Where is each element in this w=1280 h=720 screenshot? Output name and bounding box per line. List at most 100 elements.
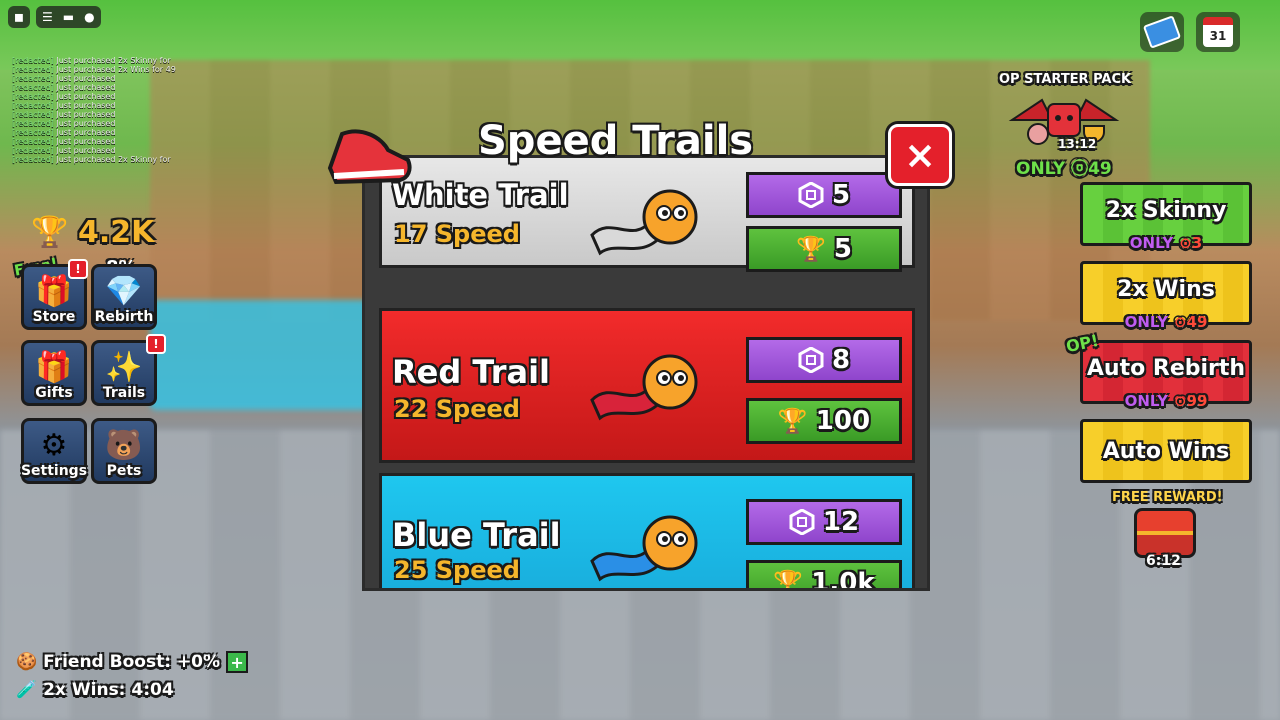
promo-auto-wins-button[interactable]: Auto Wins: [1080, 419, 1252, 483]
white-trail-robux-price: 5: [831, 180, 851, 210]
pets-button[interactable]: 🐻 Pets: [91, 418, 157, 484]
shoe-icon: [322, 112, 414, 196]
trophy-counter: 🏆 4.2K: [30, 212, 154, 252]
promo-auto-wins-title: Auto Wins: [1102, 438, 1230, 464]
white-trail-robux-button[interactable]: 5: [746, 172, 902, 218]
store-box-icon: 🎁: [35, 274, 73, 309]
chat-message: Just purchased: [56, 101, 116, 110]
trail-name: Blue Trail: [392, 516, 561, 554]
calendar-icon: 31: [1203, 17, 1233, 47]
chat-message: Just purchased: [56, 110, 116, 119]
blue-trail-icon: [582, 492, 704, 588]
chat-line: [redacted] Just purchased: [12, 83, 212, 92]
chat-message: Just purchased: [56, 137, 116, 146]
white-trail-wins-price: 5: [833, 234, 852, 264]
chat-line: [redacted] Just purchased: [12, 110, 212, 119]
red-trail-wins-price: 100: [815, 406, 871, 436]
promo-wins-price: ONLY ⊙49: [1124, 313, 1208, 331]
blue-trail-wins-price: 1.0k: [811, 568, 875, 591]
trophy-icon: 🏆: [31, 214, 69, 250]
chat-line: [redacted] Just purchased 2x Wins for 49: [12, 65, 212, 74]
wins-boost-status: 🧪 2x Wins: 4:04: [16, 680, 174, 700]
starter-pack-timer: 13:12: [1058, 137, 1097, 151]
white-trail-wins-button[interactable]: 🏆 5: [746, 226, 902, 272]
speed-trails-modal: White Trail 17 Speed 5 🏆 5 Red Trail 22 …: [362, 155, 930, 591]
trophy-icon: 🏆: [777, 407, 808, 435]
chat-message: Just purchased: [56, 146, 116, 155]
settings-label: Settings: [20, 463, 88, 479]
chat-username: [redacted]: [12, 92, 54, 101]
close-button[interactable]: ×: [888, 124, 952, 186]
promo-rebirth-title: Auto Rebirth: [1086, 355, 1246, 381]
chat-line: [redacted] Just purchased: [12, 137, 212, 146]
roblox-toolbar: ☰ ▬ ●: [36, 6, 101, 28]
trail-name: White Trail: [392, 178, 569, 212]
gifts-button[interactable]: 🎁 Gifts: [21, 340, 87, 406]
trophy-icon: 🏆: [796, 235, 826, 263]
chat-line: [redacted] Just purchased: [12, 101, 212, 110]
chat-line: [redacted] Just purchased 2x Skinny for: [12, 155, 212, 164]
chat-log: [redacted] Just purchased 2x Skinny for[…: [12, 56, 212, 186]
trail-card-white: White Trail 17 Speed 5 🏆 5: [379, 158, 915, 272]
store-alert-badge: !: [68, 259, 88, 279]
trail-speed: 17 Speed: [394, 220, 520, 248]
modal-title: Speed Trails: [478, 118, 754, 164]
pets-label: Pets: [106, 463, 142, 479]
chat-username: [redacted]: [12, 101, 54, 110]
reward-chest-button[interactable]: [1134, 508, 1196, 558]
robux-icon: [789, 509, 815, 535]
friend-boost-text: Friend Boost: +0%: [43, 652, 221, 672]
promo-rebirth-price: ONLY ⊙99: [1124, 392, 1208, 410]
chat-username: [redacted]: [12, 65, 54, 74]
codes-book-button[interactable]: [1140, 12, 1184, 52]
chat-line: [redacted] Just purchased: [12, 74, 212, 83]
settings-button[interactable]: ⚙ Settings: [21, 418, 87, 484]
red-trail-robux-button[interactable]: 8: [746, 337, 902, 383]
daily-calendar-button[interactable]: 31: [1196, 12, 1240, 52]
gifts-label: Gifts: [35, 385, 73, 401]
promo-auto-rebirth-button[interactable]: Auto Rebirth ONLY ⊙99: [1080, 340, 1252, 410]
chat-username: [redacted]: [12, 137, 54, 146]
hamburger-icon[interactable]: ☰: [42, 10, 53, 24]
promo-2x-skinny-button[interactable]: 2x Skinny ONLY ⊙3: [1080, 182, 1252, 252]
chat-username: [redacted]: [12, 128, 54, 137]
chat-line: [redacted] Just purchased: [12, 128, 212, 137]
reward-timer: 6:12: [1146, 553, 1181, 569]
promo-skinny-price: ONLY ⊙3: [1129, 234, 1203, 252]
promo-2x-wins-button[interactable]: 2x Wins ONLY ⊙49: [1080, 261, 1252, 331]
friend-boost-icon: 🍪: [16, 652, 38, 672]
chat-message: Just purchased: [56, 74, 116, 83]
rebirth-label: Rebirth: [94, 309, 154, 325]
background-water: [150, 300, 370, 410]
starter-pack-title: OP STARTER PACK: [999, 72, 1132, 87]
chat-line: [redacted] Just purchased 2x Skinny for: [12, 56, 212, 65]
potion-icon: 🧪: [16, 680, 38, 700]
chat-message: Just purchased: [56, 119, 116, 128]
chat-line: [redacted] Just purchased: [12, 146, 212, 155]
chat-username: [redacted]: [12, 146, 54, 155]
book-icon: [1142, 15, 1182, 49]
friend-boost-status: 🍪 Friend Boost: +0% +: [16, 651, 249, 673]
chat-username: [redacted]: [12, 56, 54, 65]
blue-trail-robux-price: 12: [822, 507, 860, 537]
microphone-icon[interactable]: ●: [84, 10, 94, 24]
rebirth-button[interactable]: 💎 Rebirth: [91, 264, 157, 330]
red-trail-icon: [582, 331, 704, 439]
chat-username: [redacted]: [12, 119, 54, 128]
chat-icon[interactable]: ▬: [63, 10, 74, 24]
chat-username: [redacted]: [12, 83, 54, 92]
promo-wins-title: 2x Wins: [1117, 276, 1215, 302]
blue-trail-robux-button[interactable]: 12: [746, 499, 902, 545]
chat-message: Just purchased: [56, 92, 116, 101]
chat-message: Just purchased: [56, 128, 116, 137]
blue-trail-wins-button[interactable]: 🏆 1.0k: [746, 560, 902, 591]
roblox-menu-icon[interactable]: ◼: [8, 6, 30, 28]
rebirth-icon: 💎: [105, 274, 143, 309]
red-trail-wins-button[interactable]: 🏆 100: [746, 398, 902, 444]
roblox-topbar: ◼ ☰ ▬ ●: [8, 6, 101, 28]
gear-icon: ⚙: [40, 428, 68, 463]
white-trail-icon: [582, 166, 704, 274]
trail-speed: 22 Speed: [394, 395, 520, 423]
add-friend-button[interactable]: +: [226, 651, 249, 673]
pet-icon: 🐻: [105, 428, 143, 463]
